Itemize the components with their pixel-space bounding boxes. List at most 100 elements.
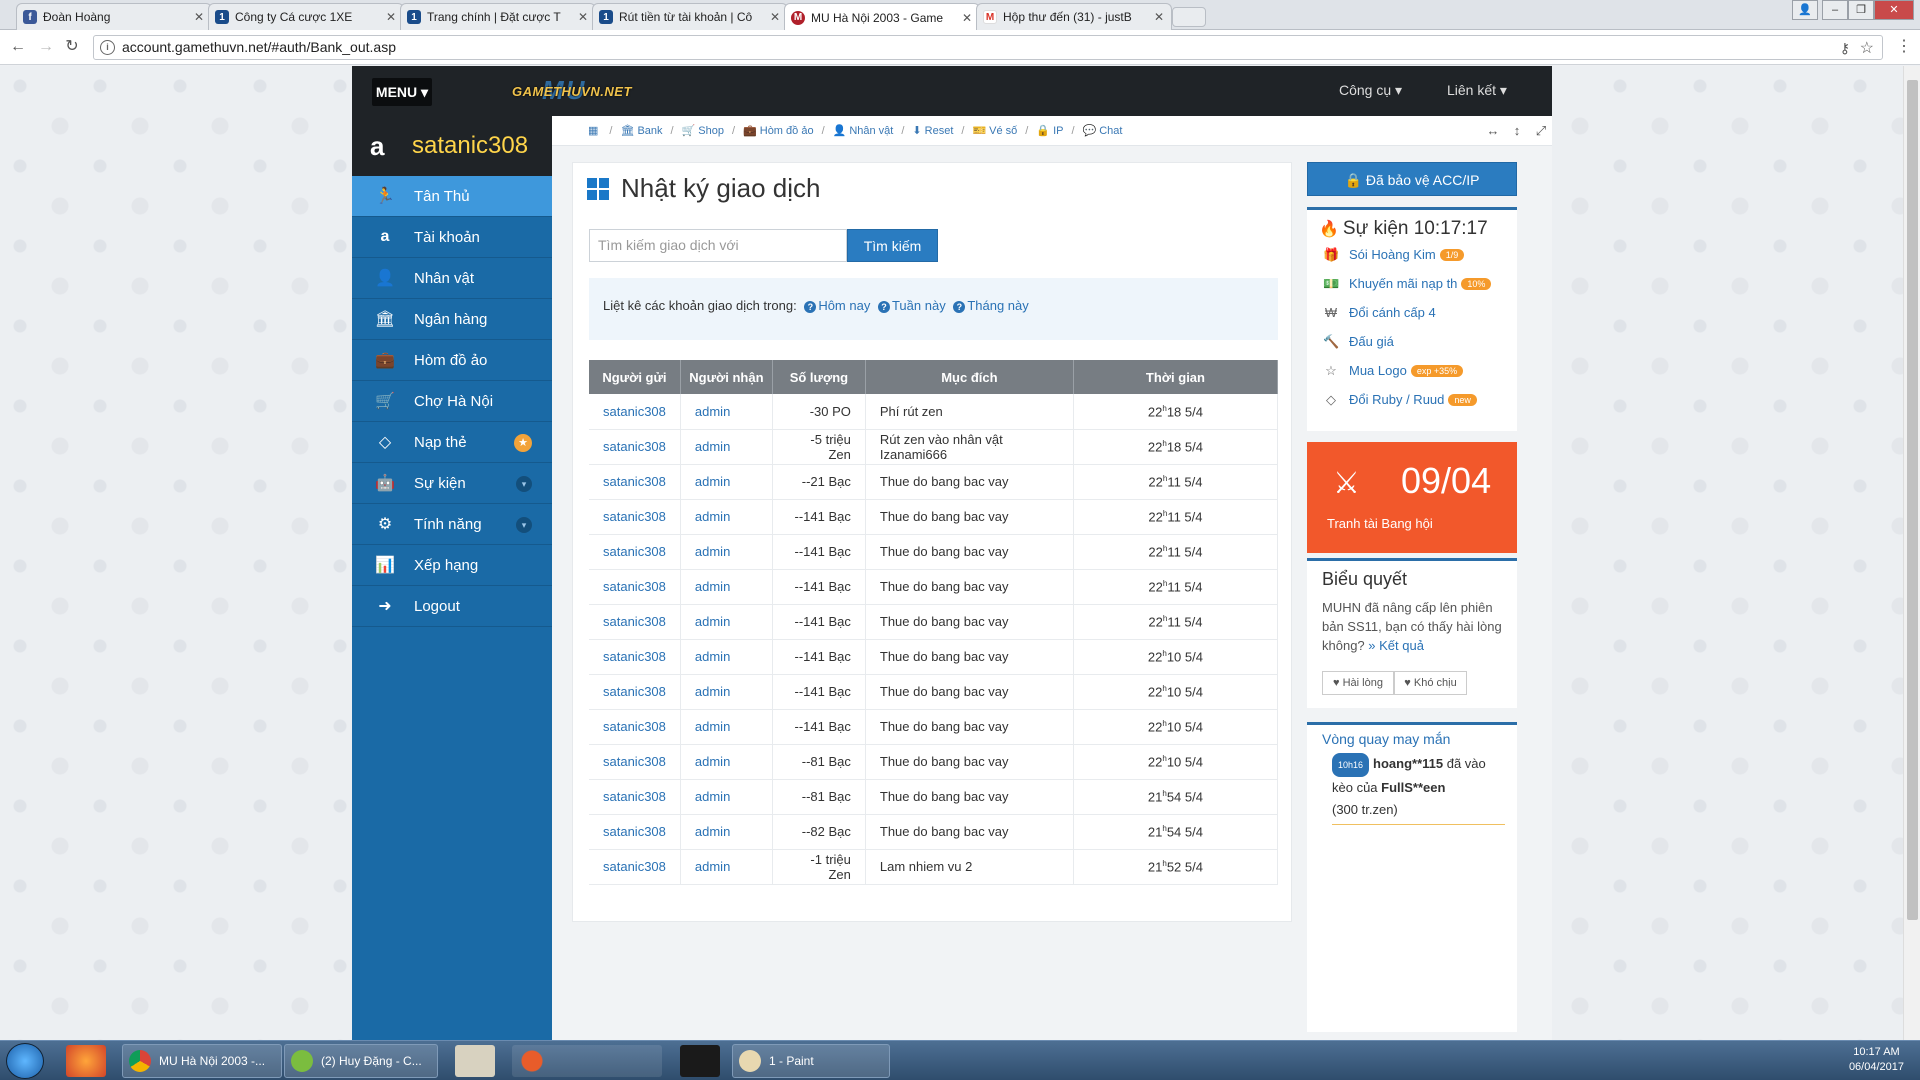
sender-cell[interactable]: satanic308	[589, 674, 681, 710]
browser-tab[interactable]: M Hộp thư đến (31) - justB ✕	[976, 3, 1172, 30]
breadcrumb-hom-do-ao[interactable]: 💼 Hòm đồ ảo	[743, 124, 814, 137]
browser-tab[interactable]: 1 Công ty Cá cược 1XE ✕	[208, 3, 404, 30]
receiver-cell[interactable]: admin	[680, 639, 773, 675]
receiver-cell[interactable]: admin	[680, 849, 773, 885]
column-header-purpose[interactable]: Mục đích	[865, 360, 1074, 394]
search-input[interactable]: Tìm kiếm giao dịch với	[589, 229, 847, 262]
user-icon[interactable]: 👤	[1792, 0, 1818, 20]
firefox-icon[interactable]	[66, 1045, 106, 1077]
receiver-cell[interactable]: admin	[680, 569, 773, 605]
star-icon[interactable]: ☆	[1860, 37, 1874, 60]
sidebar-item-tai-khoan[interactable]: a Tài khoản	[352, 217, 552, 258]
receiver-cell[interactable]: admin	[680, 709, 773, 745]
close-icon[interactable]: ✕	[769, 10, 781, 24]
taskbar-app-coccoc[interactable]: (2) Huy Đặng - C...	[284, 1044, 438, 1078]
breadcrumb-ip[interactable]: 🔒 IP	[1036, 124, 1063, 137]
filter-week-link[interactable]: Tuần này	[892, 298, 946, 313]
column-header-sender[interactable]: Người gửi	[589, 360, 681, 394]
breadcrumb-reset[interactable]: ⬇ Reset	[912, 124, 953, 137]
vote-result-link[interactable]: » Kết quả	[1368, 638, 1424, 653]
site-logo[interactable]: MU GAMETHUVN.NET	[512, 75, 642, 105]
browser-tab[interactable]: f Đoàn Hoàng ✕	[16, 3, 212, 30]
sender-cell[interactable]: satanic308	[589, 639, 681, 675]
close-icon[interactable]: ✕	[577, 10, 589, 24]
event-item[interactable]: ₩ Đổi cánh cấp 4	[1307, 298, 1517, 327]
receiver-cell[interactable]: admin	[680, 464, 773, 500]
sidebar-item-tinh-nang[interactable]: ⚙ Tính năng ▾	[352, 504, 552, 545]
sidebar-item-logout[interactable]: ➜ Logout	[352, 586, 552, 627]
breadcrumb-ve-so[interactable]: 🎫 Vé số	[972, 124, 1017, 137]
countdown-card[interactable]: ⚔ 09/04 Tranh tài Bang hội	[1307, 442, 1517, 553]
sidebar-item-xep-hang[interactable]: 📊 Xếp hạng	[352, 545, 552, 586]
breadcrumb-chat[interactable]: 💬 Chat	[1083, 124, 1123, 137]
info-icon[interactable]: i	[100, 40, 115, 55]
garena-icon[interactable]	[512, 1045, 662, 1077]
close-window-button[interactable]: ✕	[1874, 0, 1914, 20]
event-item[interactable]: 🎁 Sói Hoàng Kim 1/9	[1307, 240, 1517, 269]
sender-cell[interactable]: satanic308	[589, 709, 681, 745]
expand-vertical-icon[interactable]: ↕	[1508, 123, 1526, 139]
fullscreen-icon[interactable]: ⤢	[1532, 123, 1550, 139]
sidebar-item-nhan-vat[interactable]: 👤 Nhân vật	[352, 258, 552, 299]
event-item[interactable]: 🔨 Đấu giá	[1307, 327, 1517, 356]
column-header-time[interactable]: Thời gian	[1073, 360, 1279, 394]
sidebar-item-su-kien[interactable]: 🤖 Sự kiện ▾	[352, 463, 552, 504]
start-button[interactable]	[6, 1043, 44, 1079]
scrollbar-thumb[interactable]	[1907, 80, 1918, 920]
vote-satisfied-button[interactable]: ♥ Hài lòng	[1322, 671, 1394, 695]
breadcrumb-bank[interactable]: 🏛 Bank	[620, 124, 662, 137]
sender-cell[interactable]: satanic308	[589, 849, 681, 885]
vote-unsatisfied-button[interactable]: ♥ Khó chịu	[1394, 671, 1467, 695]
taskbar-app-chrome[interactable]: MU Hà Nội 2003 -...	[122, 1044, 282, 1078]
sidebar-item-nap-the[interactable]: ◇ Nạp thẻ ★	[352, 422, 552, 463]
column-header-amount[interactable]: Số lượng	[772, 360, 866, 394]
expand-horizontal-icon[interactable]: ↔	[1484, 123, 1502, 139]
sender-cell[interactable]: satanic308	[589, 814, 681, 850]
receiver-cell[interactable]: admin	[680, 674, 773, 710]
sidebar-item-ngan-hang[interactable]: 🏛 Ngân hàng	[352, 299, 552, 340]
menu-button[interactable]: MENU ▾	[372, 78, 432, 106]
event-item[interactable]: ☆ Mua Logo exp +35%	[1307, 356, 1517, 385]
sender-cell[interactable]: satanic308	[589, 499, 681, 535]
sidebar-item-tan-thu[interactable]: 🏃 Tân Thủ	[352, 176, 552, 217]
sender-cell[interactable]: satanic308	[589, 429, 681, 465]
close-icon[interactable]: ✕	[961, 11, 973, 25]
chevron-down-icon[interactable]: ▾	[516, 476, 532, 492]
lucky-wheel-title[interactable]: Vòng quay may mắn	[1307, 725, 1517, 747]
sender-cell[interactable]: satanic308	[589, 779, 681, 815]
mu-game-icon[interactable]	[680, 1045, 720, 1077]
sender-cell[interactable]: satanic308	[589, 744, 681, 780]
reload-icon[interactable]: ↻	[62, 37, 82, 57]
minimize-button[interactable]: –	[1822, 0, 1848, 20]
close-icon[interactable]: ✕	[1153, 10, 1165, 24]
browser-tab[interactable]: 1 Rút tiền từ tài khoản | Cô ✕	[592, 3, 788, 30]
receiver-cell[interactable]: admin	[680, 499, 773, 535]
column-header-receiver[interactable]: Người nhận	[680, 360, 773, 394]
sender-cell[interactable]: satanic308	[589, 604, 681, 640]
breadcrumb-nhan-vat[interactable]: 👤 Nhân vật	[833, 124, 894, 137]
receiver-cell[interactable]: admin	[680, 744, 773, 780]
sender-cell[interactable]: satanic308	[589, 394, 681, 430]
receiver-cell[interactable]: admin	[680, 814, 773, 850]
paint-folder-icon[interactable]	[455, 1045, 495, 1077]
sender-cell[interactable]: satanic308	[589, 534, 681, 570]
receiver-cell[interactable]: admin	[680, 604, 773, 640]
event-item[interactable]: ◇ Đổi Ruby / Ruud new	[1307, 385, 1517, 414]
sender-cell[interactable]: satanic308	[589, 464, 681, 500]
protect-account-button[interactable]: 🔒 Đã bảo vệ ACC/IP	[1307, 162, 1517, 196]
links-dropdown[interactable]: Liên kết ▾	[1447, 82, 1507, 99]
receiver-cell[interactable]: admin	[680, 534, 773, 570]
browser-tab-active[interactable]: M MU Hà Nội 2003 - Game ✕	[784, 3, 980, 31]
search-button[interactable]: Tìm kiếm	[847, 229, 938, 262]
event-item[interactable]: 💵 Khuyến mãi nạp th 10%	[1307, 269, 1517, 298]
menu-icon[interactable]: ⋮	[1894, 37, 1914, 57]
back-icon[interactable]: ←	[8, 37, 28, 57]
receiver-cell[interactable]: admin	[680, 394, 773, 430]
sidebar-item-cho-ha-noi[interactable]: 🛒 Chợ Hà Nội	[352, 381, 552, 422]
sidebar-item-hom-do-ao[interactable]: 💼 Hòm đồ ảo	[352, 340, 552, 381]
close-icon[interactable]: ✕	[385, 10, 397, 24]
url-input[interactable]: i account.gamethuvn.net/#auth/Bank_out.a…	[93, 35, 1883, 60]
restore-button[interactable]: ❐	[1848, 0, 1874, 20]
system-tray-clock[interactable]: 10:17 AM 06/04/2017	[1849, 1045, 1904, 1075]
chevron-down-icon[interactable]: ▾	[516, 517, 532, 533]
